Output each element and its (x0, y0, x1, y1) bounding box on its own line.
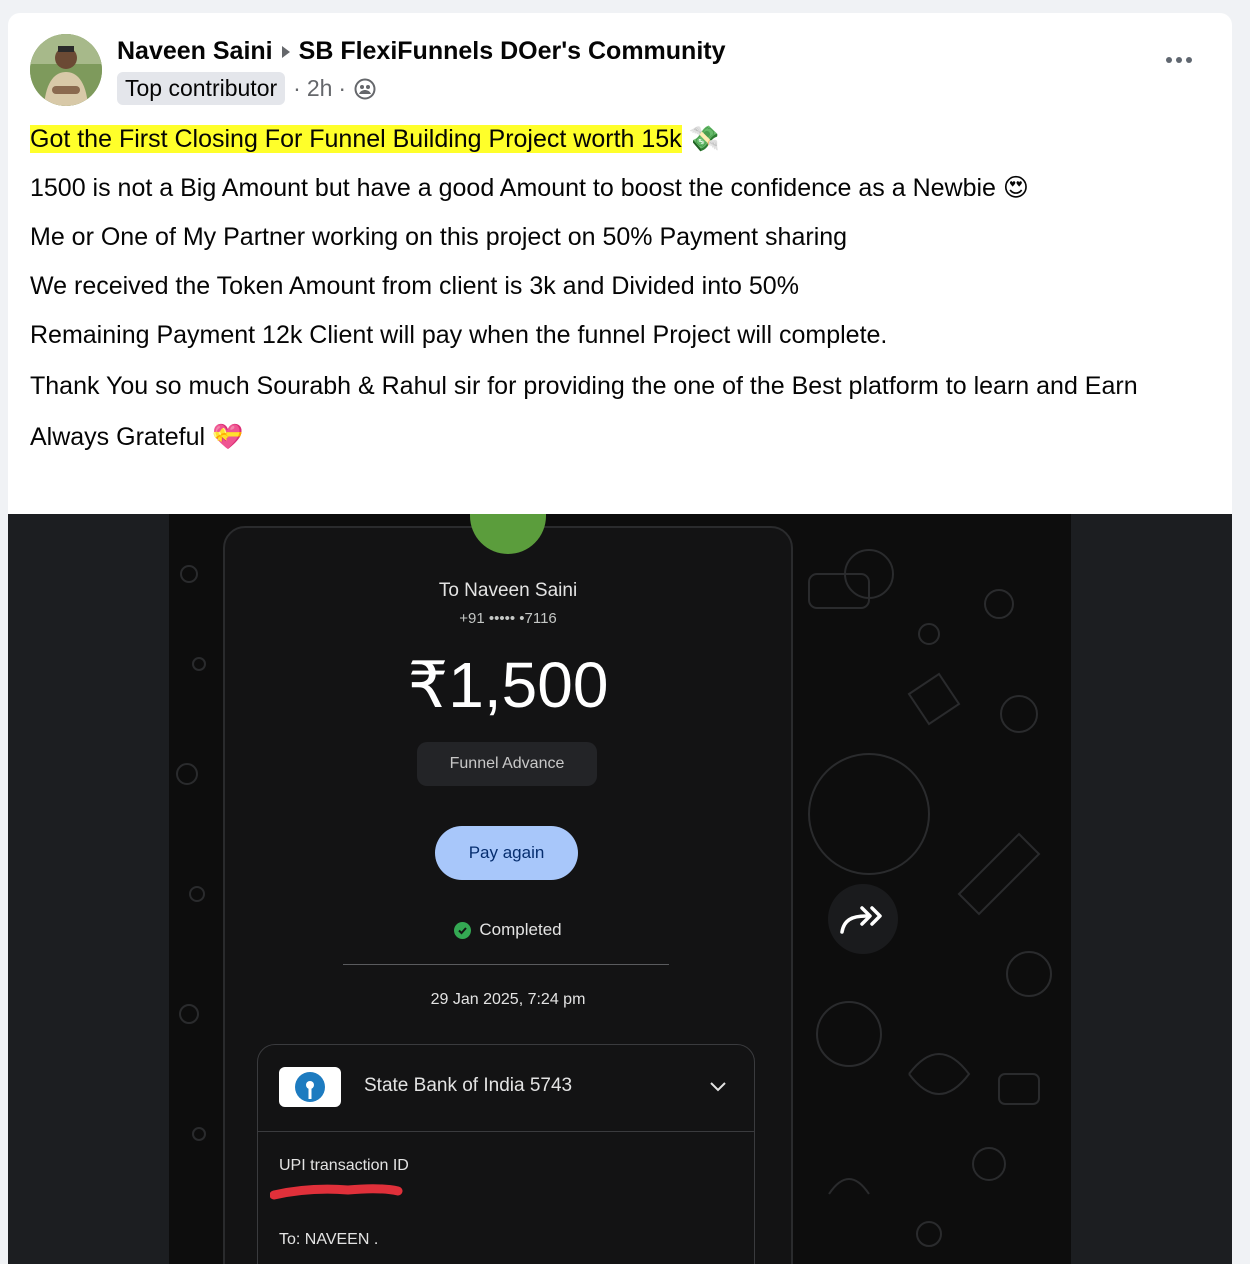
payment-status: Completed (225, 920, 791, 940)
post-time[interactable]: 2h (307, 75, 333, 102)
redaction-mark (269, 1181, 406, 1208)
chevron-down-icon[interactable] (710, 1079, 726, 1097)
pay-again-button[interactable]: Pay again (435, 826, 578, 880)
post-header: Naveen Saini SB FlexiFunnels DOer's Comm… (117, 37, 726, 66)
status-text: Completed (479, 920, 562, 939)
heart-eyes-icon: 😍 (1002, 173, 1029, 202)
heart-gift-icon: 💝 (212, 422, 244, 451)
meta-separator: · (293, 75, 301, 101)
highlighted-text: Got the First Closing For Funnel Buildin… (30, 125, 682, 153)
upi-label: UPI transaction ID (279, 1157, 409, 1174)
divider (343, 964, 669, 965)
post-paragraph: Got the First Closing For Funnel Buildin… (30, 123, 1210, 155)
meta-separator-2: · (338, 75, 347, 101)
post-image[interactable]: To Naveen Saini +91 ••••• •7116 ₹1,500 F… (8, 514, 1232, 1264)
post-meta: Top contributor · 2h · (117, 72, 376, 105)
top-contributor-badge[interactable]: Top contributor (117, 72, 286, 105)
post-paragraph: 1500 is not a Big Amount but have a good… (30, 172, 1210, 204)
caret-right-icon (281, 37, 291, 66)
check-circle-icon (454, 921, 472, 939)
avatar-photo (30, 34, 102, 106)
post-paragraph: Thank You so much Sourabh & Rahul sir fo… (30, 372, 1138, 400)
paragraph-text: 1500 is not a Big Amount but have a good… (30, 174, 996, 202)
payment-recipient: To Naveen Saini (438, 580, 578, 601)
group-name[interactable]: SB FlexiFunnels DOer's Community (299, 37, 726, 66)
post-body: Got the First Closing For Funnel Buildin… (30, 123, 1210, 470)
payment-screenshot: To Naveen Saini +91 ••••• •7116 ₹1,500 F… (223, 514, 793, 1264)
money-with-wings-icon: 💸 (688, 124, 720, 153)
author-name[interactable]: Naveen Saini (117, 37, 273, 66)
paragraph-text: Always Grateful (30, 423, 206, 451)
bank-name: State Bank of India 5743 (364, 1075, 573, 1096)
post-paragraph: We received the Token Amount from client… (30, 272, 799, 300)
to-label: To: NAVEEN . (279, 1231, 379, 1248)
post-paragraph: Remaining Payment 12k Client will pay wh… (30, 321, 888, 349)
bank-details-card: State Bank of India 5743 UPI transaction… (257, 1044, 755, 1264)
post-paragraph: Me or One of My Partner working on this … (30, 223, 848, 251)
bank-row[interactable]: State Bank of India 5743 (258, 1045, 754, 1132)
forward-icon[interactable] (828, 884, 898, 954)
payment-datetime: 29 Jan 2025, 7:24 pm (430, 991, 586, 1008)
payment-note: Funnel Advance (417, 742, 597, 786)
post-paragraph: Always Grateful 💝 (30, 421, 1210, 453)
group-audience-icon (354, 78, 376, 100)
author-avatar[interactable] (30, 34, 102, 106)
more-options-icon[interactable] (1166, 57, 1192, 63)
post-card: Naveen Saini SB FlexiFunnels DOer's Comm… (8, 13, 1232, 1264)
recipient-avatar (470, 514, 546, 554)
sbi-logo-icon (279, 1067, 341, 1107)
payment-phone: +91 ••••• •7116 (459, 610, 557, 627)
payment-amount: ₹1,500 (407, 649, 609, 721)
